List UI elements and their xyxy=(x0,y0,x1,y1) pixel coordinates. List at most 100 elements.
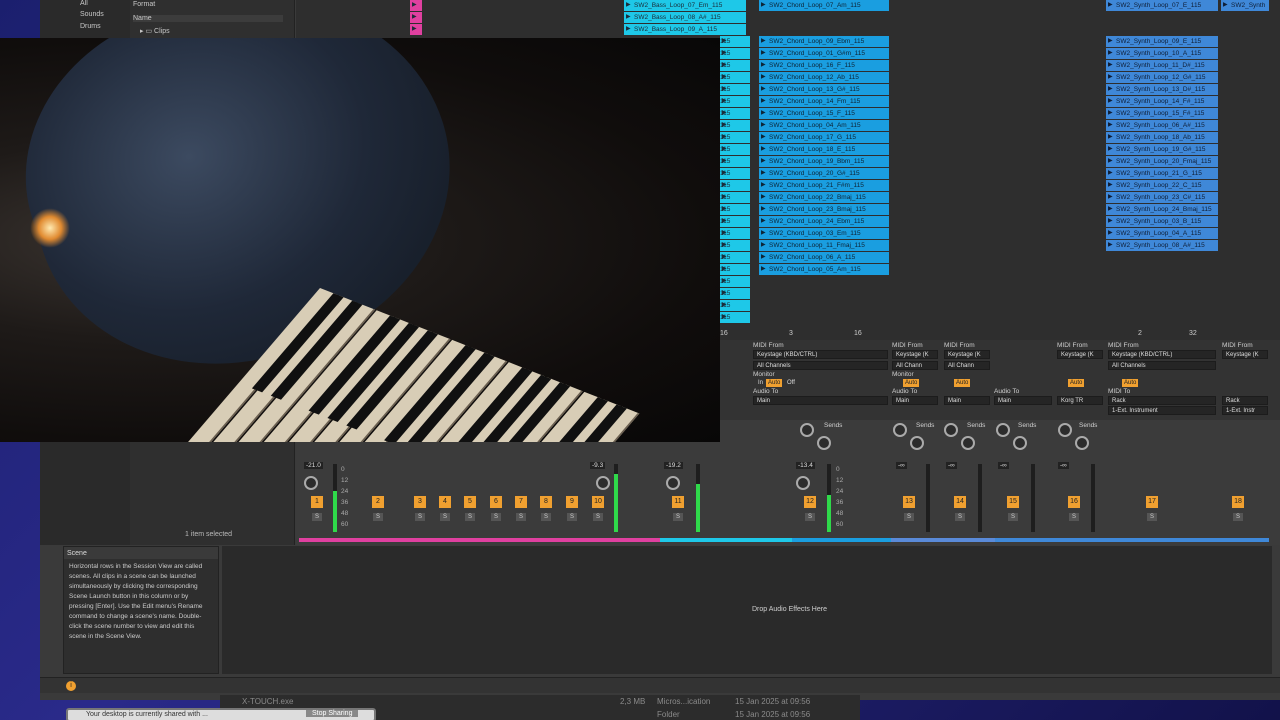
audio-to-select[interactable]: Korg TR xyxy=(1057,396,1103,405)
volume-readout[interactable]: -∞ xyxy=(998,462,1009,469)
send-knob[interactable] xyxy=(1058,423,1072,437)
solo-button[interactable]: S xyxy=(955,513,965,521)
clip-slot[interactable]: SW2_Chord_Loop_21_F#m_115 xyxy=(759,180,889,191)
monitor-auto-button[interactable]: Auto xyxy=(1068,379,1085,387)
send-knob[interactable] xyxy=(817,436,831,450)
track-activator-button[interactable]: 10 xyxy=(592,496,604,508)
clip-slot[interactable]: SW2_Synth_Loop_22_C_115 xyxy=(1106,180,1218,191)
clip-slot[interactable]: SW2_Synth_Loop_14_F#_115 xyxy=(1106,96,1218,107)
volume-readout[interactable]: -19.2 xyxy=(664,462,683,469)
solo-button[interactable]: S xyxy=(1147,513,1157,521)
monitor-auto-button[interactable]: Auto xyxy=(766,379,783,387)
clip-slot[interactable]: 115 xyxy=(720,168,750,179)
clip-slot[interactable]: SW2_Synth_Loop_08_A#_115 xyxy=(1106,240,1218,251)
stop-sharing-button[interactable]: Stop Sharing xyxy=(306,710,359,717)
monitor-auto-button[interactable]: Auto xyxy=(954,379,971,387)
track-activator-button[interactable]: 15 xyxy=(1007,496,1019,508)
track-activator-button[interactable]: 1 xyxy=(311,496,323,508)
clip-slot[interactable]: 115 xyxy=(720,156,750,167)
volume-readout[interactable]: -9.3 xyxy=(590,462,606,469)
format-column-header[interactable]: Format xyxy=(133,1,155,8)
clip-slot[interactable]: 115 xyxy=(720,276,750,287)
track-activator-button[interactable]: 17 xyxy=(1146,496,1158,508)
clip-slot[interactable]: SW2_Chord_Loop_03_Em_115 xyxy=(759,228,889,239)
track-activator-button[interactable]: 4 xyxy=(439,496,451,508)
clip-slot[interactable]: SW2_Chord_Loop_17_G_115 xyxy=(759,132,889,143)
solo-button[interactable]: S xyxy=(904,513,914,521)
clip-slot[interactable]: 115 xyxy=(720,192,750,203)
audio-to-select[interactable]: Main xyxy=(892,396,938,405)
clip-slot[interactable] xyxy=(410,24,422,35)
pan-knob[interactable] xyxy=(796,476,810,490)
clip-slot[interactable]: 115 xyxy=(720,180,750,191)
midi-from-select[interactable]: Keystage (K xyxy=(1222,350,1268,359)
send-knob[interactable] xyxy=(996,423,1010,437)
midi-channel-select[interactable]: All Channels xyxy=(1108,361,1216,370)
audio-to-select[interactable]: Main xyxy=(944,396,990,405)
browser-item-drums[interactable]: Drums xyxy=(80,23,101,30)
solo-button[interactable]: S xyxy=(312,513,322,521)
midi-from-select[interactable]: Keystage (K xyxy=(1057,350,1103,359)
clip-slot[interactable]: 115 xyxy=(720,228,750,239)
solo-button[interactable]: S xyxy=(1008,513,1018,521)
clip-slot[interactable]: SW2_Synth_Loop_23_C#_115 xyxy=(1106,192,1218,203)
clip-slot[interactable]: 115 xyxy=(720,108,750,119)
clip-slot[interactable]: SW2_Synth_Loop_12_G#_115 xyxy=(1106,72,1218,83)
solo-button[interactable]: S xyxy=(491,513,501,521)
clip-slot[interactable]: SW2_Chord_Loop_20_G#_115 xyxy=(759,168,889,179)
clip-slot[interactable]: SW2_Chord_Loop_01_G#m_115 xyxy=(759,48,889,59)
track-activator-button[interactable]: 7 xyxy=(515,496,527,508)
clip-slot[interactable]: SW2_Chord_Loop_23_Bmaj_115 xyxy=(759,204,889,215)
monitor-auto-button[interactable]: Auto xyxy=(903,379,920,387)
clip-slot[interactable]: SW2_Chord_Loop_24_Ebm_115 xyxy=(759,216,889,227)
monitor-off-button[interactable]: Off xyxy=(785,379,797,387)
volume-readout[interactable]: -∞ xyxy=(1058,462,1069,469)
clip-slot[interactable]: SW2_Chord_Loop_09_Ebm_115 xyxy=(759,36,889,47)
clip-slot[interactable]: 115 xyxy=(720,300,750,311)
track-activator-button[interactable]: 6 xyxy=(490,496,502,508)
clip-slot[interactable]: 115 xyxy=(720,144,750,155)
track-activator-button[interactable]: 16 xyxy=(1068,496,1080,508)
volume-readout[interactable]: -∞ xyxy=(946,462,957,469)
clip-slot[interactable]: SW2_Synth_Loop_10_A_115 xyxy=(1106,48,1218,59)
send-knob[interactable] xyxy=(1013,436,1027,450)
clip-slot[interactable]: SW2_Chord_Loop_11_Fmaj_115 xyxy=(759,240,889,251)
solo-button[interactable]: S xyxy=(1233,513,1243,521)
track-activator-button[interactable]: 14 xyxy=(954,496,966,508)
finder-file-name[interactable]: X-TOUCH.exe xyxy=(242,697,293,706)
volume-readout[interactable]: -13.4 xyxy=(796,462,815,469)
clip-slot[interactable]: 115 xyxy=(720,72,750,83)
clip-slot[interactable]: SW2_Synth_Loop_20_Fmaj_115 xyxy=(1106,156,1218,167)
clip-slot[interactable]: SW2_Synth_Loop_07_E_115 xyxy=(1106,0,1218,11)
solo-button[interactable]: S xyxy=(673,513,683,521)
pan-knob[interactable] xyxy=(666,476,680,490)
monitor-in-button[interactable]: In xyxy=(756,379,765,387)
pan-knob[interactable] xyxy=(304,476,318,490)
send-knob[interactable] xyxy=(893,423,907,437)
send-knob[interactable] xyxy=(910,436,924,450)
clip-slot[interactable]: SW2_Synth_Loop_19_G#_115 xyxy=(1106,144,1218,155)
info-toggle-icon[interactable]: i xyxy=(66,681,76,691)
clip-slot[interactable]: 115 xyxy=(720,264,750,275)
clip-slot[interactable] xyxy=(410,12,422,23)
clip-slot[interactable]: 115 xyxy=(720,204,750,215)
clip-slot[interactable]: SW2_Chord_Loop_06_A_115 xyxy=(759,252,889,263)
solo-button[interactable]: S xyxy=(465,513,475,521)
track-activator-button[interactable]: 11 xyxy=(672,496,684,508)
midi-channel-select[interactable]: All Chann xyxy=(944,361,990,370)
clip-slot[interactable]: 115 xyxy=(720,252,750,263)
midi-to-select[interactable]: Rack xyxy=(1222,396,1268,405)
midi-from-select[interactable]: Keystage (KBD/CTRL) xyxy=(1108,350,1216,359)
solo-button[interactable]: S xyxy=(541,513,551,521)
clip-slot[interactable]: SW2_Synth_Loop_03_B_115 xyxy=(1106,216,1218,227)
clip-slot[interactable]: 115 xyxy=(720,120,750,131)
track-activator-button[interactable]: 9 xyxy=(566,496,578,508)
send-knob[interactable] xyxy=(961,436,975,450)
clip-slot[interactable]: 115 xyxy=(720,240,750,251)
send-knob[interactable] xyxy=(944,423,958,437)
solo-button[interactable]: S xyxy=(1069,513,1079,521)
clip-slot[interactable]: SW2_Synth_Loop_06_A#_115 xyxy=(1106,120,1218,131)
clip-slot[interactable]: SW2_Chord_Loop_12_Ab_115 xyxy=(759,72,889,83)
solo-button[interactable]: S xyxy=(805,513,815,521)
clip-slot[interactable]: SW2_Chord_Loop_13_G#_115 xyxy=(759,84,889,95)
